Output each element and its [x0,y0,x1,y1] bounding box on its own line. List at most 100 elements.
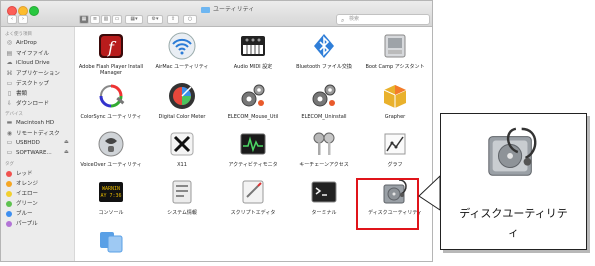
flash-icon: f [96,31,126,61]
sidebar-item-favorite[interactable]: ▯ 書類 [6,89,27,98]
app-item[interactable]: X11 [146,129,218,168]
sidebar-item-tag[interactable]: ブルー [6,209,33,218]
sidebar-item-label: iCloud Drive [16,60,50,66]
app-label: キーチェーンアクセス [299,162,349,168]
search-input[interactable]: ⌕ 検索 [336,14,430,25]
tag-color-icon [6,220,12,227]
sidebar-item-label: レッド [16,171,33,177]
applications-icon: ⌘ [6,70,13,77]
app-label: ELECOM_Uninstall [301,114,347,120]
forward-button[interactable]: › [18,15,28,24]
app-item[interactable]: Grapher [359,81,431,120]
app-item[interactable]: アクティビティモニタ [217,129,289,168]
sidebar-item-favorite[interactable]: ▭ デスクトップ [6,79,49,88]
app-item[interactable]: Audio MIDI 設定 [217,31,289,70]
app-item[interactable]: システム情報 [146,177,218,216]
sidebar-item-favorite[interactable]: ⇩ ダウンロード [6,99,49,108]
app-item[interactable]: ELECOM_Uninstall [288,81,360,120]
sidebar-item-device[interactable]: ▭ SOFTWARE... [6,149,52,158]
sidebar-item-label: デスクトップ [16,81,50,87]
tag-color-icon [6,190,12,197]
all-files-icon: ▤ [6,50,13,57]
sidebar-item-favorite[interactable]: ☁ iCloud Drive [6,59,50,68]
app-label: ELECOM_Mouse_Util [227,114,279,120]
keychain-icon [309,129,339,159]
app-label: X11 [177,162,187,168]
callout-label: ディスクユーティリテ ィ [459,207,568,239]
sidebar-item-tag[interactable]: グリーン [6,199,38,208]
sidebar-item-label: AirDrop [16,40,37,46]
external-drive-icon: ▭ [6,139,13,146]
back-button[interactable]: ‹ [7,15,17,24]
wifi-icon [167,31,197,61]
sidebar-item-favorite[interactable]: ▤ マイファイル [6,49,49,58]
color-meter-icon [167,81,197,111]
app-item[interactable]: キーチェーンアクセス [288,129,360,168]
app-label: Bluetooth ファイル交換 [296,64,352,70]
app-item[interactable]: f Adobe Flash Player Install Manager [75,31,147,76]
app-item[interactable]: ELECOM_Mouse_Util [217,81,289,120]
app-item[interactable]: WARNIN AY 7:36 コンソール [75,177,147,216]
tag-color-icon [6,210,12,217]
colorsync-icon [96,81,126,111]
downloads-icon: ⇩ [6,100,13,107]
voiceover-icon [96,129,126,159]
sidebar-item-device[interactable]: ▭ USBHDD [6,139,40,148]
sidebar-item-device[interactable]: ◉ リモートディスク [6,129,60,138]
app-item[interactable]: スクリプトエディタ [217,177,289,216]
app-label: Adobe Flash Player Install Manager [78,64,144,76]
app-label: アクティビティモニタ [228,162,278,168]
gallery-view-button[interactable]: ▭ [112,15,122,24]
app-label: ターミナル [311,210,337,216]
eject-icon[interactable]: ⏏ [64,139,69,145]
list-view-button[interactable]: ≡ [90,15,100,24]
app-item[interactable]: Digital Color Meter [146,81,218,120]
sidebar: よく使う項目 ◎ AirDrop ▤ マイファイル ☁ iCloud Drive ⌘ アプリケー… [1,27,75,261]
sidebar-item-device[interactable]: ▬ Macintosh HD [6,119,55,128]
group-button[interactable]: ▦▾ [125,15,143,24]
folder-icon [201,6,210,13]
activity-monitor-icon [238,129,268,159]
app-label: ColorSync ユーティリティ [80,114,142,120]
documents-icon: ▯ [7,90,12,97]
sidebar-item-tag[interactable]: オレンジ [6,179,38,188]
cloud-icon: ☁ [6,59,13,66]
app-label: システム情報 [167,210,197,216]
sidebar-item-tag[interactable]: パープル [6,219,38,228]
action-gear-button[interactable]: ⚙▾ [147,15,163,24]
sidebar-item-label: SOFTWARE... [16,150,52,156]
app-label: コンソール [98,210,124,216]
system-info-icon [167,177,197,207]
tag-color-icon [6,180,12,187]
share-button[interactable]: ⇧ [167,15,179,24]
sidebar-item-label: ブルー [16,211,33,217]
app-item[interactable] [75,226,147,259]
zoom-button[interactable] [29,6,39,16]
app-label: Grapher [384,114,406,120]
x11-icon [167,129,197,159]
sidebar-item-tag[interactable]: イエロー [6,189,38,198]
app-item[interactable]: ColorSync ユーティリティ [75,81,147,120]
app-item[interactable]: Boot Camp アシスタント [359,31,431,70]
toolbar: ユーティリティ ‹ › ▦ ≡ ▥ ▭ ▦▾ ⚙▾ ⇧ ○ ⌕ 検索 [1,1,432,27]
sidebar-item-label: リモートディスク [16,131,60,137]
sidebar-item-label: ダウンロード [16,101,50,107]
column-view-button[interactable]: ▥ [101,15,111,24]
bluetooth-icon [309,31,339,61]
app-label: Boot Camp アシスタント [365,64,425,70]
sidebar-item-tag[interactable]: レッド [6,169,33,178]
eject-icon[interactable]: ⏏ [64,149,69,155]
app-label: Digital Color Meter [158,114,206,120]
app-item[interactable]: VoiceOver ユーティリティ [75,129,147,168]
sidebar-item-favorite[interactable]: ◎ AirDrop [6,39,37,48]
app-item[interactable]: グラフ [359,129,431,168]
tags-button[interactable]: ○ [183,15,197,24]
app-item[interactable]: AirMac ユーティリティ [146,31,218,70]
terminal-icon [309,177,339,207]
app-label: VoiceOver ユーティリティ [80,162,142,168]
app-item[interactable]: Bluetooth ファイル交換 [288,31,360,70]
app-item[interactable]: ターミナル [288,177,360,216]
icon-view-button[interactable]: ▦ [79,15,89,24]
airdrop-icon: ◎ [6,39,13,46]
sidebar-item-favorite[interactable]: ⌘ アプリケーション [6,69,60,78]
